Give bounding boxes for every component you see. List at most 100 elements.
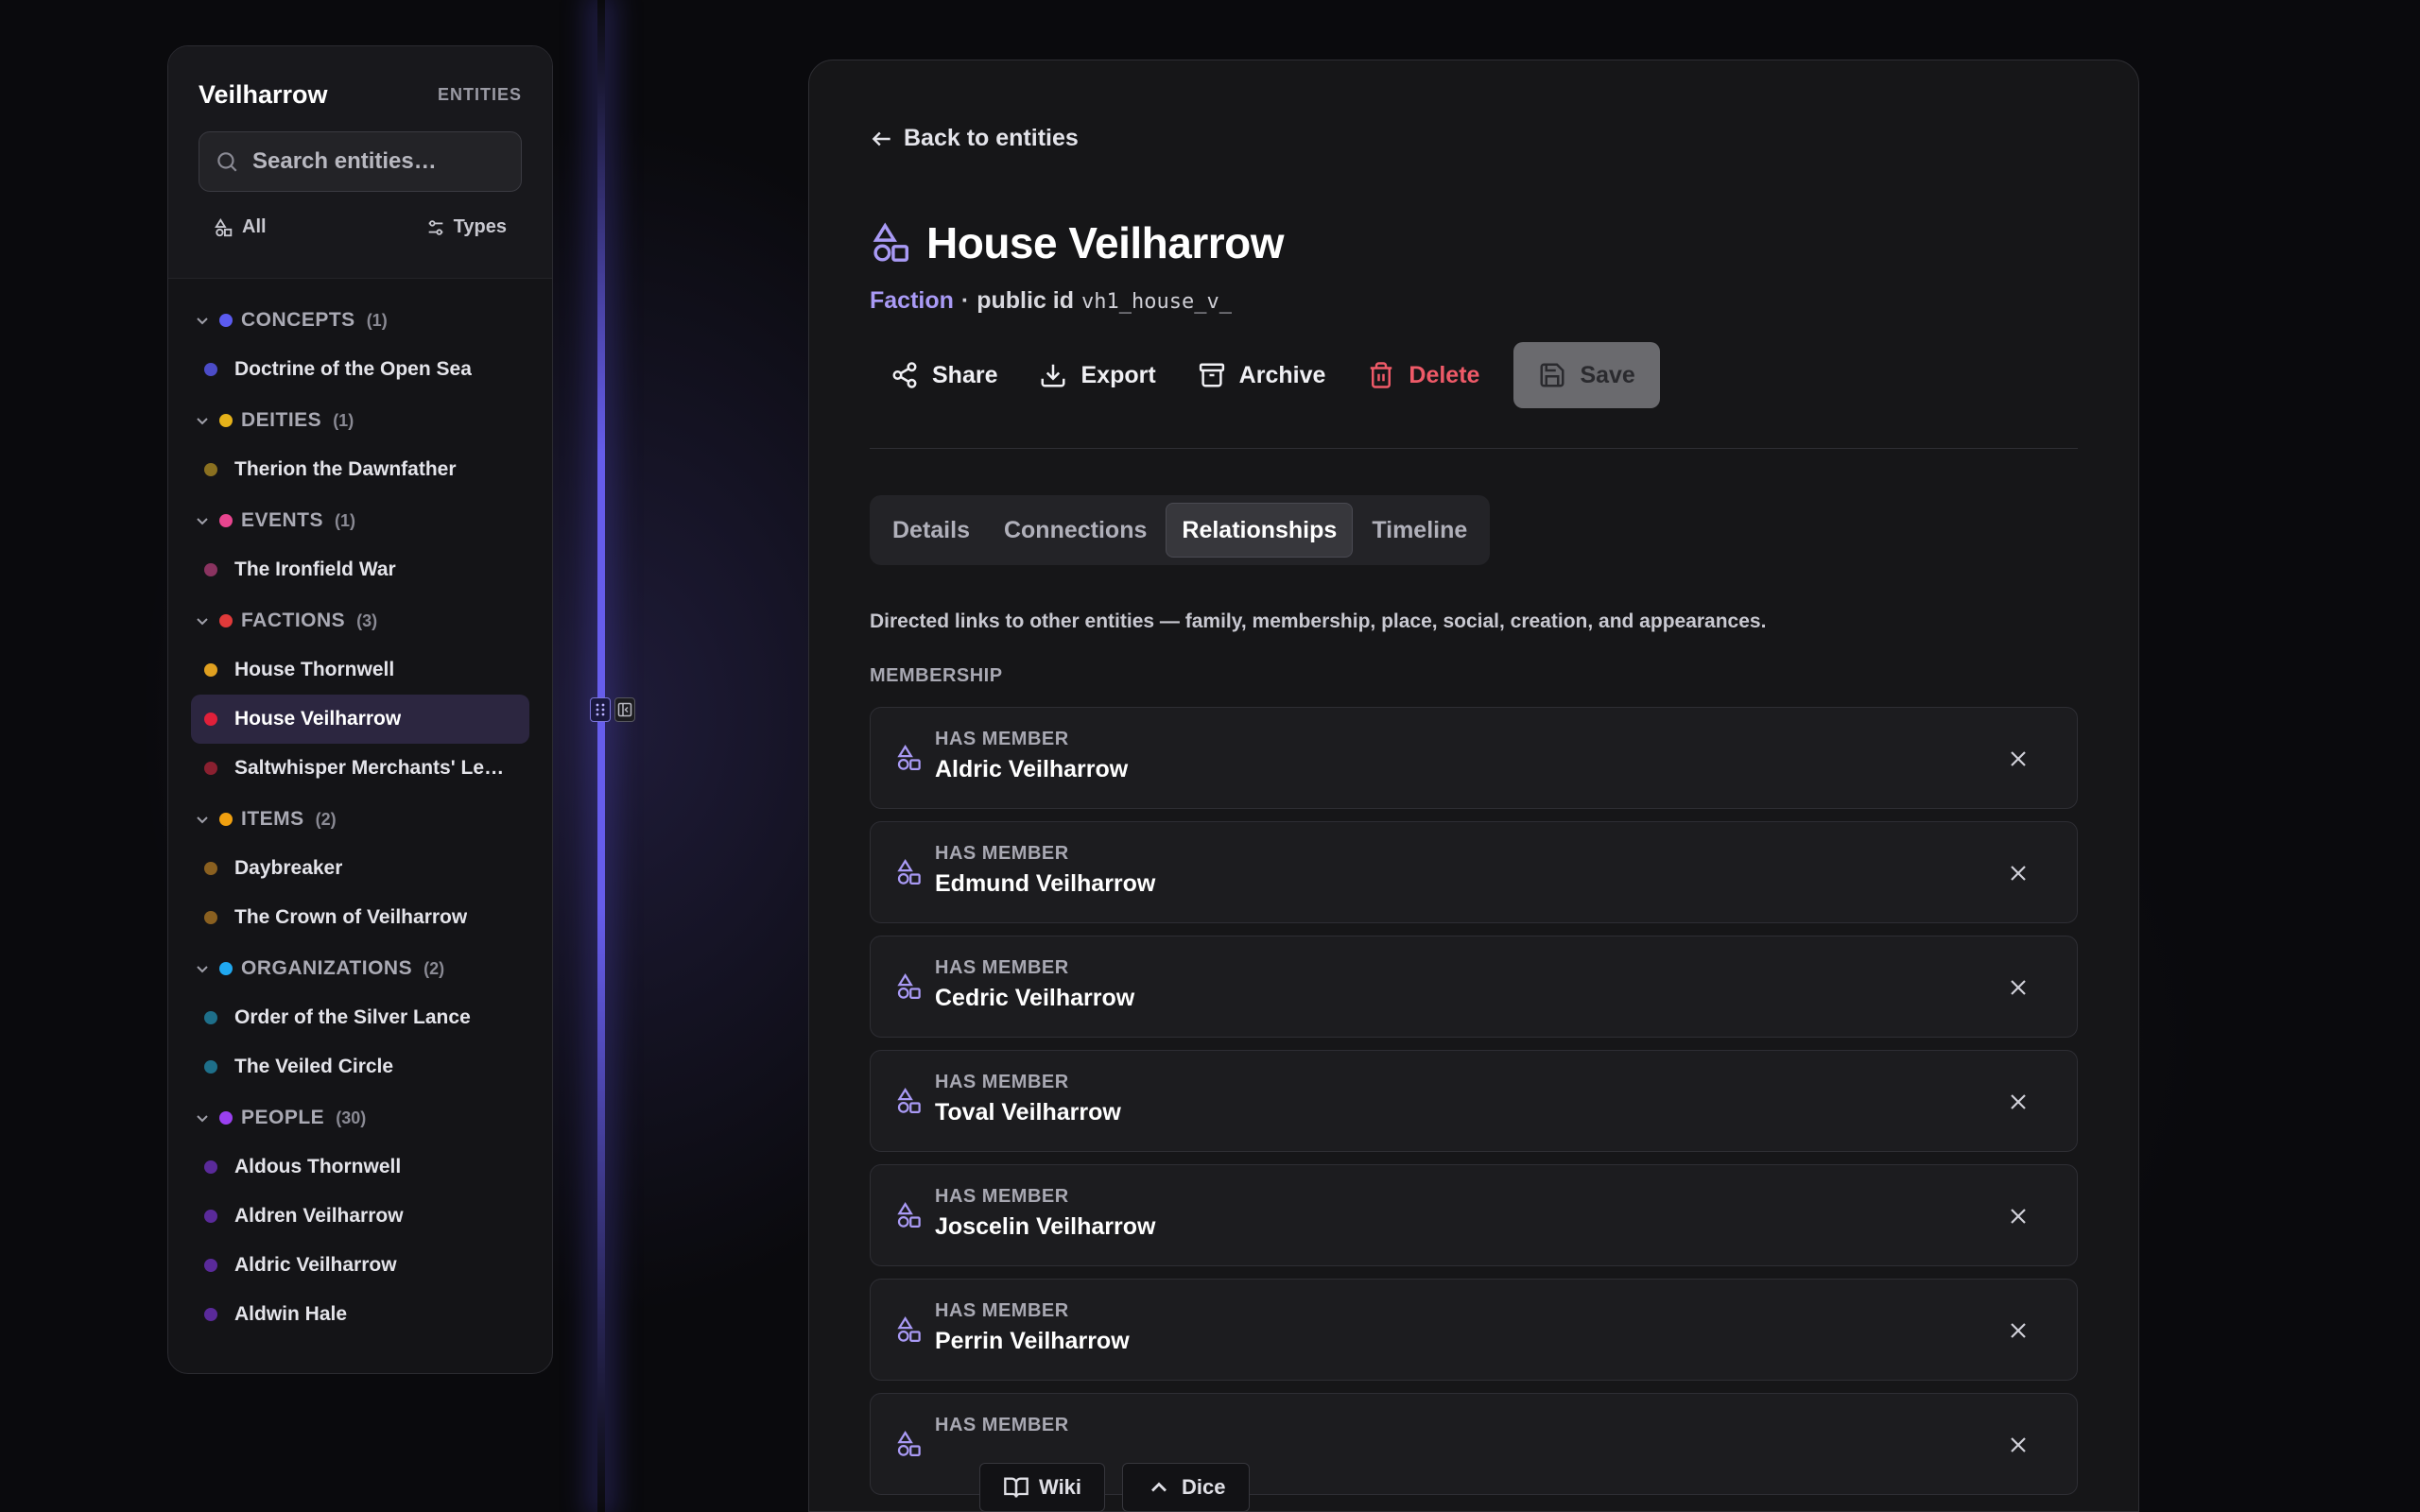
group-header-factions[interactable]: FACTIONS (3): [168, 596, 552, 645]
group-header-concepts[interactable]: CONCEPTS (1): [168, 296, 552, 345]
dice-button[interactable]: Dice: [1122, 1463, 1250, 1512]
trash-icon: [1371, 362, 1392, 388]
tab-connections[interactable]: Connections: [989, 503, 1162, 558]
sidebar-entity-item[interactable]: The Ironfield War: [191, 545, 529, 594]
entity-meta: Faction · public id vh1_house_v_: [870, 287, 1232, 315]
sidebar-entity-item[interactable]: Order of the Silver Lance: [191, 993, 529, 1042]
group-header-deities[interactable]: DEITIES (1): [168, 396, 552, 445]
action-toolbar: Share Export Archive Delete Save: [870, 342, 1660, 408]
related-entity-name[interactable]: Cedric Veilharrow: [935, 985, 1134, 1012]
share-button[interactable]: Share: [870, 342, 1018, 408]
related-entity-name[interactable]: Toval Veilharrow: [935, 1099, 1121, 1126]
group-header-items[interactable]: ITEMS (2): [168, 795, 552, 844]
sidebar-entity-item[interactable]: Therion the Dawnfather: [191, 445, 529, 494]
relationships-description: Directed links to other entities — famil…: [870, 610, 1767, 632]
drag-handle-icon[interactable]: [590, 697, 611, 722]
remove-relationship-icon[interactable]: [2007, 976, 2030, 999]
group-color-dot: [219, 813, 233, 826]
group-count: (3): [356, 610, 378, 630]
search-input[interactable]: [252, 148, 498, 175]
group-name: FACTIONS: [241, 610, 346, 631]
group-color-dot: [219, 614, 233, 627]
sidebar-entity-item[interactable]: House Thornwell: [191, 645, 529, 695]
relationship-card[interactable]: HAS MEMBER Perrin Veilharrow: [870, 1279, 2078, 1381]
tab-timeline[interactable]: Timeline: [1357, 503, 1482, 558]
remove-relationship-icon[interactable]: [2007, 1434, 2030, 1456]
collapse-sidebar-icon[interactable]: [614, 697, 635, 722]
relationship-type: HAS MEMBER: [935, 843, 1069, 864]
group-header-people[interactable]: PEOPLE (30): [168, 1093, 552, 1143]
sidebar-entity-item[interactable]: Aldwin Hale: [191, 1290, 529, 1339]
group-header-events[interactable]: EVENTS (1): [168, 496, 552, 545]
entity-type-link[interactable]: Faction: [870, 287, 954, 315]
group-count: (2): [315, 809, 337, 829]
entity-name: House Thornwell: [234, 659, 395, 680]
book-open-icon: [1004, 1477, 1028, 1498]
entity-color-dot: [204, 762, 217, 775]
related-entity-name[interactable]: Joscelin Veilharrow: [935, 1213, 1155, 1241]
sidebar-entity-item[interactable]: The Crown of Veilharrow: [191, 893, 529, 942]
filter-all-button[interactable]: All: [214, 216, 267, 238]
entity-color-dot: [204, 1011, 217, 1024]
chevron-down-icon: [197, 318, 208, 325]
back-to-entities-link[interactable]: Back to entities: [870, 125, 1079, 152]
remove-relationship-icon[interactable]: [2007, 1205, 2030, 1228]
sidebar-header: Veilharrow ENTITIES All Types: [168, 46, 552, 279]
archive-button[interactable]: Archive: [1177, 342, 1347, 408]
group-count: (1): [335, 510, 356, 530]
delete-button[interactable]: Delete: [1346, 342, 1500, 408]
shapes-icon: [897, 1431, 921, 1456]
related-entity-name[interactable]: Perrin Veilharrow: [935, 1328, 1130, 1355]
entity-color-dot: [204, 1210, 217, 1223]
entity-detail-panel: Back to entities House Veilharrow Factio…: [808, 60, 2139, 1512]
sidebar-subtitle: ENTITIES: [437, 84, 522, 104]
tab-details[interactable]: Details: [877, 503, 985, 558]
relationship-card[interactable]: HAS MEMBER Edmund Veilharrow: [870, 821, 2078, 923]
entity-list: CONCEPTS (1) Doctrine of the Open Sea DEITI…: [168, 279, 552, 1339]
relationship-card[interactable]: HAS MEMBER Cedric Veilharrow: [870, 936, 2078, 1038]
remove-relationship-icon[interactable]: [2007, 1091, 2030, 1113]
remove-relationship-icon[interactable]: [2007, 747, 2030, 770]
group-header-organizations[interactable]: ORGANIZATIONS (2): [168, 944, 552, 993]
group-count: (30): [336, 1108, 367, 1127]
group-color-dot: [219, 514, 233, 527]
back-label: Back to entities: [904, 125, 1079, 151]
entity-name: Aldric Veilharrow: [234, 1254, 397, 1276]
remove-relationship-icon[interactable]: [2007, 862, 2030, 885]
shapes-icon: [897, 1316, 921, 1342]
entity-name: Order of the Silver Lance: [234, 1006, 471, 1028]
wiki-button[interactable]: Wiki: [979, 1463, 1106, 1512]
dice-label: Dice: [1182, 1475, 1226, 1499]
shapes-icon: [897, 1202, 921, 1228]
sidebar-entity-item[interactable]: Aldren Veilharrow: [191, 1192, 529, 1241]
group-color-dot: [219, 414, 233, 427]
relationship-card[interactable]: HAS MEMBER Aldric Veilharrow: [870, 707, 2078, 809]
filter-types-button[interactable]: Types: [425, 216, 507, 238]
group-count: (1): [333, 410, 354, 430]
divider-handle[interactable]: [590, 697, 637, 724]
sidebar-entity-item[interactable]: Doctrine of the Open Sea: [191, 345, 529, 394]
group-count: (2): [424, 958, 445, 978]
sidebar-entity-item[interactable]: Aldric Veilharrow: [191, 1241, 529, 1290]
entity-color-dot: [204, 1308, 217, 1321]
relationship-card[interactable]: HAS MEMBER Toval Veilharrow: [870, 1050, 2078, 1152]
panel-divider[interactable]: [597, 0, 605, 1512]
group-name: EVENTS: [241, 509, 324, 531]
related-entity-name[interactable]: Aldric Veilharrow: [935, 756, 1128, 783]
related-entity-name[interactable]: Edmund Veilharrow: [935, 870, 1155, 898]
sidebar-entity-item[interactable]: The Veiled Circle: [191, 1042, 529, 1091]
entity-color-dot: [204, 862, 217, 875]
sidebar-entity-item[interactable]: Saltwhisper Merchants' League: [191, 744, 529, 793]
sidebar-entity-item[interactable]: Daybreaker: [191, 844, 529, 893]
group-name: PEOPLE: [241, 1107, 325, 1128]
save-label: Save: [1580, 361, 1635, 388]
relationship-type: HAS MEMBER: [935, 1186, 1069, 1207]
sidebar-entity-item[interactable]: Aldous Thornwell: [191, 1143, 529, 1192]
sidebar-entity-item[interactable]: House Veilharrow: [191, 695, 529, 744]
remove-relationship-icon[interactable]: [2007, 1319, 2030, 1342]
export-button[interactable]: Export: [1018, 342, 1176, 408]
relationship-card[interactable]: HAS MEMBER Joscelin Veilharrow: [870, 1164, 2078, 1266]
save-button[interactable]: Save: [1513, 342, 1660, 408]
tab-relationships[interactable]: Relationships: [1166, 503, 1354, 558]
entity-color-dot: [204, 363, 217, 376]
